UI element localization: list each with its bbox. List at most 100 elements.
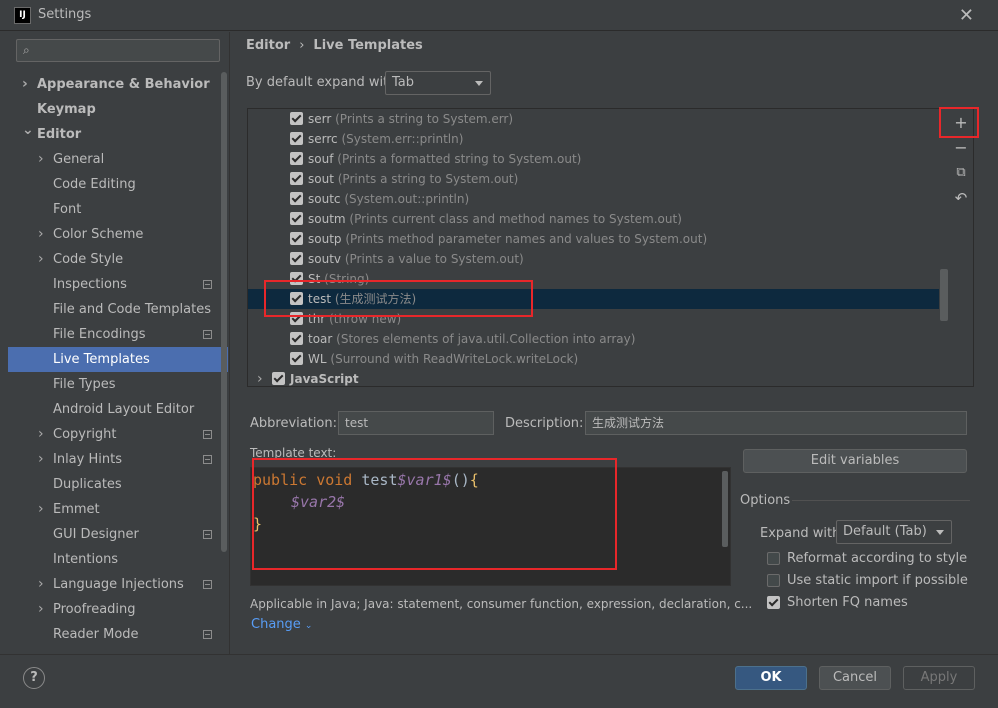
sidebar-item-live-templates[interactable]: Live Templates xyxy=(8,347,228,372)
sidebar-item-gui-designer[interactable]: GUI Designer xyxy=(8,522,228,547)
templates-scrollbar[interactable] xyxy=(940,269,948,321)
abbreviation-input[interactable]: test xyxy=(338,411,494,435)
sidebar-item-label: Proofreading xyxy=(53,602,136,617)
options-expand-dropdown[interactable]: Default (Tab) xyxy=(836,520,952,544)
sidebar-item-color-scheme[interactable]: › Color Scheme xyxy=(8,222,228,247)
template-enabled-checkbox[interactable] xyxy=(290,192,303,205)
reformat-checkbox[interactable] xyxy=(767,552,780,565)
editor-scrollbar[interactable] xyxy=(722,471,728,547)
template-row[interactable]: serr (Prints a string to System.err) xyxy=(248,109,939,129)
sidebar-item-file-and-code-templates[interactable]: File and Code Templates xyxy=(8,297,228,322)
sidebar-item-appearance-behavior[interactable]: › Appearance & Behavior xyxy=(8,72,228,97)
template-enabled-checkbox[interactable] xyxy=(290,152,303,165)
template-enabled-checkbox[interactable] xyxy=(290,112,303,125)
template-enabled-checkbox[interactable] xyxy=(290,332,303,345)
sidebar-item-label: Appearance & Behavior xyxy=(37,77,210,92)
close-icon[interactable]: ✕ xyxy=(959,5,974,26)
sidebar-item-intentions[interactable]: Intentions xyxy=(8,547,228,572)
sidebar-item-code-style[interactable]: › Code Style xyxy=(8,247,228,272)
template-abbreviation: souf (Prints a formatted string to Syste… xyxy=(308,152,582,166)
chevron-right-icon[interactable]: › xyxy=(22,72,28,97)
template-row[interactable]: soutm (Prints current class and method n… xyxy=(248,209,939,229)
sidebar-item-file-encodings[interactable]: File Encodings xyxy=(8,322,228,347)
ok-button[interactable]: OK xyxy=(735,666,807,690)
template-enabled-checkbox[interactable] xyxy=(290,172,303,185)
template-enabled-checkbox[interactable] xyxy=(290,132,303,145)
title-bar: IJ Settings ✕ xyxy=(0,0,998,31)
cancel-button[interactable]: Cancel xyxy=(819,666,891,690)
chevron-right-icon[interactable]: › xyxy=(38,497,44,522)
sidebar-item-inlay-hints[interactable]: › Inlay Hints xyxy=(8,447,228,472)
options-expand-label: Expand with xyxy=(760,526,841,541)
sidebar-item-proofreading[interactable]: › Proofreading xyxy=(8,597,228,622)
sidebar-item-copyright[interactable]: › Copyright xyxy=(8,422,228,447)
template-enabled-checkbox[interactable] xyxy=(290,212,303,225)
template-abbreviation: serr (Prints a string to System.err) xyxy=(308,112,514,126)
sidebar-item-label: Reader Mode xyxy=(53,627,139,642)
chevron-right-icon[interactable]: › xyxy=(38,447,44,472)
sidebar-item-editor[interactable]: ⌄ Editor xyxy=(8,122,228,147)
applicable-contexts: Applicable in Java; Java: statement, con… xyxy=(250,597,753,611)
template-group-javascript[interactable]: › JavaScript xyxy=(248,369,939,386)
sidebar-item-emmet[interactable]: › Emmet xyxy=(8,497,228,522)
chevron-right-icon[interactable]: › xyxy=(38,247,44,272)
template-abbreviation: WL (Surround with ReadWriteLock.writeLoc… xyxy=(308,352,579,366)
sidebar-item-font[interactable]: Font xyxy=(8,197,228,222)
chevron-right-icon[interactable]: › xyxy=(38,597,44,622)
sidebar-item-keymap[interactable]: Keymap xyxy=(8,97,228,122)
highlight-box-test-row xyxy=(264,280,533,317)
chevron-right-icon[interactable]: › xyxy=(257,369,263,386)
sidebar-item-language-injections[interactable]: › Language Injections xyxy=(8,572,228,597)
template-row[interactable]: sout (Prints a string to System.out) xyxy=(248,169,939,189)
sidebar-item-label: File Types xyxy=(53,377,116,392)
chevron-right-icon[interactable]: › xyxy=(38,422,44,447)
sidebar-item-file-types[interactable]: File Types xyxy=(8,372,228,397)
static-import-checkbox[interactable] xyxy=(767,574,780,587)
templates-list: serr (Prints a string to System.err) serr… xyxy=(247,108,974,387)
breadcrumb-separator: › xyxy=(299,38,305,53)
sidebar-item-label: General xyxy=(53,152,105,167)
edit-variables-button[interactable]: Edit variables xyxy=(743,449,967,473)
sidebar-item-reader-mode[interactable]: Reader Mode xyxy=(8,622,228,647)
remove-template-button[interactable]: − xyxy=(951,138,971,158)
sidebar-item-label: File Encodings xyxy=(53,327,146,342)
options-expand-value: Default (Tab) xyxy=(843,524,927,539)
copy-template-button[interactable]: ⧉ xyxy=(951,163,971,183)
template-abbreviation: soutm (Prints current class and method n… xyxy=(308,212,682,226)
expand-with-dropdown[interactable]: Tab xyxy=(385,71,491,95)
chevron-down-icon[interactable]: ⌄ xyxy=(22,118,34,143)
template-row[interactable]: toar (Stores elements of java.util.Colle… xyxy=(248,329,939,349)
sidebar-item-general[interactable]: › General xyxy=(8,147,228,172)
sidebar-scrollbar[interactable] xyxy=(221,72,227,552)
sidebar-item-label: Color Scheme xyxy=(53,227,144,242)
help-icon[interactable]: ? xyxy=(23,667,45,689)
template-enabled-checkbox[interactable] xyxy=(290,352,303,365)
chevron-right-icon[interactable]: › xyxy=(38,222,44,247)
template-enabled-checkbox[interactable] xyxy=(290,252,303,265)
shorten-fq-checkbox[interactable] xyxy=(767,596,780,609)
sidebar-item-duplicates[interactable]: Duplicates xyxy=(8,472,228,497)
template-row[interactable]: soutc (System.out::println) xyxy=(248,189,939,209)
apply-button[interactable]: Apply xyxy=(903,666,975,690)
search-icon: ⌕ xyxy=(23,43,30,57)
description-input[interactable]: 生成测试方法 xyxy=(585,411,967,435)
chevron-right-icon[interactable]: › xyxy=(38,572,44,597)
options-title: Options xyxy=(740,493,791,508)
template-row[interactable]: souf (Prints a formatted string to Syste… xyxy=(248,149,939,169)
sidebar-item-label: Language Injections xyxy=(53,577,184,592)
template-row[interactable]: soutp (Prints method parameter names and… xyxy=(248,229,939,249)
template-enabled-checkbox[interactable] xyxy=(290,232,303,245)
change-link[interactable]: Change ⌄ xyxy=(251,617,312,632)
chevron-right-icon[interactable]: › xyxy=(38,147,44,172)
template-row[interactable]: serrc (System.err::println) xyxy=(248,129,939,149)
search-input[interactable]: ⌕ xyxy=(16,39,220,62)
sidebar-item-label: GUI Designer xyxy=(53,527,139,542)
sidebar-item-inspections[interactable]: Inspections xyxy=(8,272,228,297)
sidebar-item-android-layout-editor[interactable]: Android Layout Editor xyxy=(8,397,228,422)
group-enabled-checkbox[interactable] xyxy=(272,372,285,385)
template-abbreviation: toar (Stores elements of java.util.Colle… xyxy=(308,332,636,346)
restore-template-button[interactable]: ↶ xyxy=(951,188,971,208)
sidebar-item-code-editing[interactable]: Code Editing xyxy=(8,172,228,197)
template-row[interactable]: soutv (Prints a value to System.out) xyxy=(248,249,939,269)
template-row[interactable]: WL (Surround with ReadWriteLock.writeLoc… xyxy=(248,349,939,369)
